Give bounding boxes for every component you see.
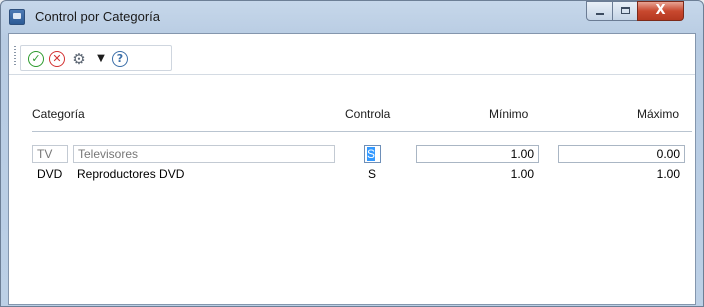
column-header-controla[interactable]: Controla [345,107,390,121]
minimo-field[interactable]: 1.00 [416,145,539,163]
controla-value: S [368,167,377,181]
maximize-button[interactable] [612,1,638,21]
title-bar[interactable]: Control por Categoría X [1,1,703,33]
app-icon [9,9,25,25]
minimo-value: 1.00 [510,167,534,181]
column-header-maximo[interactable]: Máximo [637,107,679,121]
toolbar-grip[interactable] [14,46,16,66]
column-header-categoria[interactable]: Categoría [32,107,85,121]
category-code: DVD [37,167,63,181]
help-icon[interactable]: ? [112,51,128,67]
cancel-icon[interactable]: ✕ [49,51,65,67]
gear-icon[interactable]: ⚙ [71,51,87,67]
window-title: Control por Categoría [35,9,161,24]
ok-icon[interactable]: ✓ [28,51,44,67]
header-divider [32,131,692,132]
controla-field[interactable]: S [364,145,381,163]
category-code-field[interactable]: TV [32,145,68,163]
minimize-button[interactable] [586,1,613,21]
close-button[interactable]: X [637,1,684,21]
close-icon: X [655,3,666,18]
column-header-minimo[interactable]: Mínimo [489,107,528,121]
dialog-window: Control por Categoría X ✓ ✕ ⚙ ▼ ? Catego… [0,0,704,307]
controla-value-selected: S [367,147,376,161]
toolbar: ✓ ✕ ⚙ ▼ ? [9,34,695,75]
maximo-field[interactable]: 0.00 [558,145,685,163]
maximo-value: 1.00 [656,167,680,181]
toolbar-group: ✓ ✕ ⚙ ▼ ? [20,45,172,71]
category-name: Reproductores DVD [77,167,185,181]
dialog-content: ✓ ✕ ⚙ ▼ ? Categoría Controla Mínimo Máxi… [8,33,696,305]
category-name-field[interactable]: Televisores [73,145,335,163]
chevron-down-icon[interactable]: ▼ [93,51,109,67]
